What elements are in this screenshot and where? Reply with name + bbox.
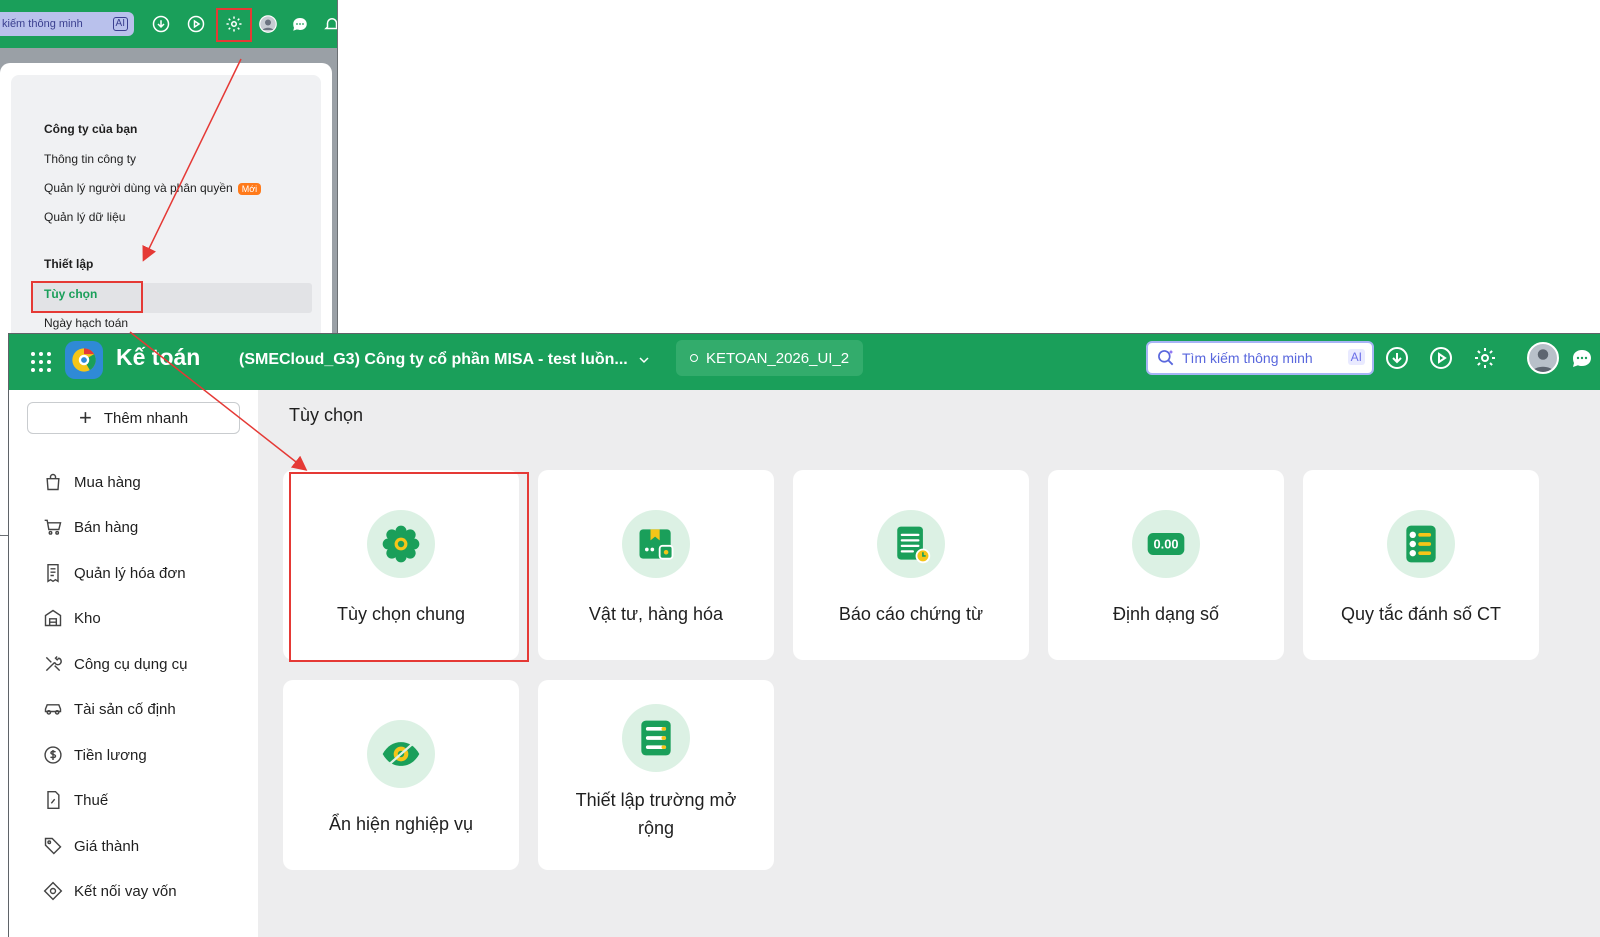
play-icon[interactable] [1428,345,1454,371]
option-card-number-format[interactable]: 0.00 Định dạng số [1048,470,1284,660]
apps-grid-icon[interactable] [29,350,53,374]
download-icon[interactable] [151,14,171,34]
sidebar-item-label: Kết nối vay vốn [74,882,177,900]
sidebar-item-label: Giá thành [74,837,140,855]
option-card-label: Thiết lập trường mở rộng [575,790,737,838]
quick-add-label: Thêm nhanh [103,409,189,427]
sidebar-item-label: Công cụ dụng cụ [74,655,188,673]
receipt-icon [42,562,64,584]
loan-connect-icon [42,880,64,902]
avatar-icon[interactable] [258,14,278,34]
inset-search-placeholder: kiếm thông minh [2,18,83,30]
sidebar-item-tax[interactable]: Thuế [42,788,108,812]
report-document-icon [877,510,945,578]
sidebar-item-payroll[interactable]: Tiền lương [42,743,147,767]
dollar-coin-icon [42,744,64,766]
smart-search-ai-badge: AI [1347,349,1365,365]
cart-icon [42,516,64,538]
warehouse-icon [42,607,64,629]
sidebar-item-invoices[interactable]: Quản lý hóa đơn [42,561,186,585]
smart-search-placeholder: Tìm kiếm thông minh [1182,350,1313,366]
option-card-label: Báo cáo chứng từ [838,604,984,624]
option-card-report[interactable]: Báo cáo chứng từ [793,470,1029,660]
page-title: Tùy chọn [289,405,364,425]
app-name: Kế toán [116,344,201,370]
quick-add-button[interactable]: + Thêm nhanh [27,402,240,434]
chat-icon[interactable] [290,14,310,34]
database-name: KETOAN_2026_UI_2 [706,349,850,367]
extended-fields-icon [622,704,690,772]
section-title-company: Công ty của bạn [44,122,138,136]
menu-item-data-management[interactable]: Quản lý dữ liệu [44,210,125,224]
company-selector[interactable]: (SMECloud_G3) Công ty cổ phần MISA - tes… [239,351,652,369]
smart-search-icon [1158,349,1174,366]
company-name: (SMECloud_G3) Công ty cổ phần MISA - tes… [239,351,628,368]
play-icon[interactable] [186,14,206,34]
accounting-app-window: Kế toán (SMECloud_G3) Công ty cổ phần MI… [8,333,1600,937]
user-avatar[interactable] [1527,342,1559,374]
sidebar: + Thêm nhanh Mua hàng Bán hàng Quản lý h… [9,390,258,937]
goods-box-icon [622,510,690,578]
option-card-numbering-rules[interactable]: Quy tắc đánh số CT [1303,470,1539,660]
chevron-down-icon [639,357,649,364]
sidebar-item-fixed-assets[interactable]: Tài sản cố định [42,697,176,721]
sidebar-item-label: Bán hàng [74,518,139,536]
sidebar-item-cost[interactable]: Giá thành [42,834,139,858]
gear-highlight-box [216,8,252,42]
inset-topbar: kiếm thông minh AI [0,0,337,48]
smart-search-input[interactable]: Tìm kiếm thông minh AI [1146,341,1374,375]
car-icon [42,698,64,720]
download-icon[interactable] [1384,345,1410,371]
top-navigation-bar: Kế toán (SMECloud_G3) Công ty cổ phần MI… [9,334,1600,390]
sidebar-item-label: Quản lý hóa đơn [74,564,186,582]
inset-search-input[interactable]: kiếm thông minh AI [0,12,134,36]
sidebar-item-label: Kho [74,609,101,627]
shopping-bag-icon [42,471,64,493]
menu-item-users-permissions[interactable]: Quản lý người dùng và phân quyền Mới [44,181,262,195]
price-tag-icon [42,835,64,857]
chat-icon[interactable] [1569,345,1595,371]
option-card-label: Định dạng số [1112,604,1220,624]
plus-icon: + [78,405,92,430]
sidebar-item-label: Thuế [74,791,109,809]
menu-item-users-permissions-label: Quản lý người dùng và phân quyền [44,181,233,195]
option-card-label: Quy tắc đánh số CT [1340,604,1502,624]
option-card-goods[interactable]: Vật tư, hàng hóa [538,470,774,660]
database-status-icon [690,354,698,362]
database-selector[interactable]: KETOAN_2026_UI_2 [676,340,864,376]
misa-logo-icon [65,341,103,379]
general-options-highlight-box [289,472,529,662]
numbered-list-icon [1387,510,1455,578]
new-badge: Mới [237,182,262,195]
sidebar-item-label: Tài sản cố định [74,700,176,718]
sidebar-item-loans[interactable]: Kết nối vay vốn [42,879,177,903]
option-card-label: Vật tư, hàng hóa [588,604,724,624]
number-format-icon: 0.00 [1132,510,1200,578]
sidebar-item-label: Tiền lương [74,746,147,764]
eye-icon [367,720,435,788]
sidebar-item-warehouse[interactable]: Kho [42,606,101,630]
tax-document-icon [42,789,64,811]
sidebar-item-purchasing[interactable]: Mua hàng [42,470,141,494]
tools-icon [42,653,64,675]
option-card-extended-fields[interactable]: Thiết lập trường mở rộng [538,680,774,870]
sidebar-item-tools[interactable]: Công cụ dụng cụ [42,652,187,676]
option-card-show-hide[interactable]: Ẩn hiện nghiệp vụ [283,680,519,870]
gear-icon[interactable] [1472,345,1498,371]
menu-item-company-info[interactable]: Thông tin công ty [44,152,136,166]
section-title-setup: Thiết lập [44,257,94,271]
sidebar-item-sales[interactable]: Bán hàng [42,515,138,539]
sidebar-item-label: Mua hàng [74,473,141,491]
menu-item-posting-date[interactable]: Ngày hạch toán [44,316,128,330]
inset-search-ai-badge: AI [112,17,128,31]
bell-icon[interactable] [322,14,337,34]
svg-text:0.00: 0.00 [1154,537,1179,552]
option-card-label: Ẩn hiện nghiệp vụ [328,814,474,834]
options-highlight-box [31,281,143,313]
